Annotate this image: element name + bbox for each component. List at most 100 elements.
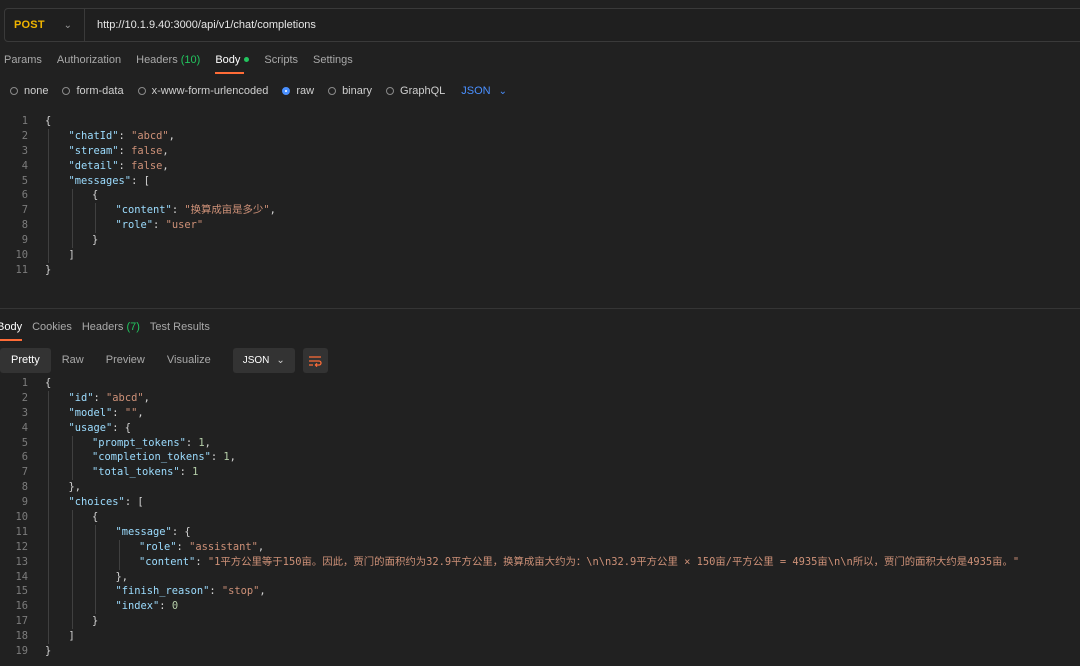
code-text: } bbox=[92, 233, 98, 248]
tab-scripts[interactable]: Scripts bbox=[264, 50, 307, 72]
line-number: 10 bbox=[15, 511, 28, 524]
response-view-bar: Pretty Raw Preview Visualize JSON ⌄ bbox=[0, 348, 328, 373]
json-value: "换算成亩是多少" bbox=[184, 204, 270, 217]
response-format-label: JSON bbox=[242, 355, 270, 366]
json-key: "model" bbox=[68, 406, 113, 419]
request-body-editor[interactable]: 1{2 "chatId": "abcd", 3 "stream": false, 4 "d… bbox=[0, 114, 1080, 284]
radio-circle-icon bbox=[282, 87, 291, 95]
tab-label: Cookies bbox=[32, 321, 72, 333]
json-key: "usage" bbox=[68, 421, 113, 434]
chevron-down-icon: ⌄ bbox=[498, 85, 508, 97]
code-text: "role": "user" bbox=[116, 218, 204, 233]
line-number: 16 bbox=[15, 600, 28, 613]
tab-headers[interactable]: Headers (10) bbox=[136, 50, 209, 72]
radio-graphql[interactable]: GraphQL bbox=[386, 85, 445, 97]
code-line: 11} bbox=[0, 263, 1080, 278]
code-text: }, bbox=[116, 570, 129, 585]
tab-authorization[interactable]: Authorization bbox=[57, 50, 130, 72]
radio-binary[interactable]: binary bbox=[328, 85, 372, 97]
view-pretty[interactable]: Pretty bbox=[0, 348, 51, 373]
json-value: "user" bbox=[165, 219, 204, 232]
code-text: }, bbox=[69, 480, 82, 495]
tab-params[interactable]: Params bbox=[0, 50, 51, 72]
line-number: 13 bbox=[15, 555, 28, 568]
tab-settings[interactable]: Settings bbox=[313, 50, 362, 72]
response-format-select[interactable]: JSON ⌄ bbox=[232, 348, 295, 373]
json-punct: : bbox=[171, 204, 185, 217]
indent-guide bbox=[71, 510, 73, 630]
code-line: 5 "prompt_tokens": 1, bbox=[0, 436, 1080, 451]
json-key: "choices" bbox=[68, 496, 125, 509]
method-select[interactable]: POST ⌄ bbox=[5, 9, 85, 41]
radio-urlencoded[interactable]: x-www-form-urlencoded bbox=[137, 85, 268, 97]
json-key: "total_tokens" bbox=[92, 466, 180, 479]
json-punct: , bbox=[168, 129, 175, 142]
code-line: 17} bbox=[0, 614, 1080, 629]
json-punct: : bbox=[159, 600, 172, 613]
code-line: 15 "finish_reason": "stop", bbox=[0, 584, 1080, 599]
wrap-lines-button[interactable] bbox=[302, 348, 328, 373]
line-number: 7 bbox=[21, 204, 28, 217]
code-text: "model": "", bbox=[69, 406, 144, 421]
code-line: 2 "chatId": "abcd", bbox=[0, 129, 1080, 144]
tab-response-body[interactable]: Body bbox=[0, 318, 23, 341]
json-punct: : bbox=[176, 540, 190, 553]
tab-cookies[interactable]: Cookies bbox=[32, 318, 72, 338]
indent-guide bbox=[71, 188, 73, 249]
line-number: 6 bbox=[21, 451, 28, 464]
view-raw[interactable]: Raw bbox=[51, 348, 95, 373]
json-value: "" bbox=[124, 406, 138, 419]
radio-circle-icon bbox=[386, 87, 395, 95]
radio-none[interactable]: none bbox=[10, 85, 48, 97]
radio-raw[interactable]: raw bbox=[282, 85, 314, 97]
tab-body[interactable]: Body bbox=[215, 50, 258, 74]
line-number: 1 bbox=[21, 377, 28, 389]
radio-form-data[interactable]: form-data bbox=[62, 85, 124, 97]
radio-label: none bbox=[24, 85, 49, 97]
tab-response-headers[interactable]: Headers (7) bbox=[82, 318, 140, 338]
body-format-label: JSON bbox=[461, 85, 491, 97]
response-body-viewer[interactable]: 1{2 "id": "abcd", 3 "model": "", 4 "usage": {… bbox=[0, 376, 1080, 662]
json-punct: , bbox=[137, 406, 144, 419]
pane-divider[interactable] bbox=[0, 308, 1080, 309]
code-line: 2 "id": "abcd", bbox=[0, 391, 1080, 406]
json-punct: , bbox=[162, 144, 169, 157]
line-number: 3 bbox=[21, 144, 28, 157]
code-text: } bbox=[92, 614, 98, 629]
json-punct: { bbox=[92, 511, 99, 524]
code-line: 19} bbox=[0, 644, 1080, 659]
line-number: 9 bbox=[21, 234, 28, 247]
tab-test-results[interactable]: Test Results bbox=[150, 318, 210, 338]
indent-guide bbox=[71, 435, 73, 481]
line-number: 1 bbox=[21, 115, 28, 127]
view-preview[interactable]: Preview bbox=[95, 348, 156, 373]
view-visualize[interactable]: Visualize bbox=[156, 348, 222, 373]
line-number: 19 bbox=[15, 645, 28, 658]
response-headers-count: (7) bbox=[126, 321, 140, 333]
url-input[interactable]: http://10.1.9.40:3000/api/v1/chat/comple… bbox=[85, 19, 316, 31]
json-key: "message" bbox=[115, 525, 172, 538]
code-line: 10] bbox=[0, 248, 1080, 263]
code-text: ] bbox=[69, 248, 75, 263]
code-line: 1{ bbox=[0, 114, 1080, 129]
body-format-select[interactable]: JSON ⌄ bbox=[461, 85, 507, 97]
code-text: "choices": [ bbox=[69, 495, 144, 510]
code-line: 14}, bbox=[0, 570, 1080, 585]
code-text: "content": "换算成亩是多少", bbox=[116, 203, 276, 218]
response-tabs: Body Cookies Headers (7) Test Results bbox=[0, 318, 220, 341]
line-number: 17 bbox=[15, 615, 28, 628]
code-line: 3 "stream": false, bbox=[0, 144, 1080, 159]
code-line: 6{ bbox=[0, 188, 1080, 203]
url-bar: POST ⌄ http://10.1.9.40:3000/api/v1/chat… bbox=[4, 8, 1080, 42]
code-line: 9} bbox=[0, 233, 1080, 248]
code-line: 12 "role": "assistant", bbox=[0, 540, 1080, 555]
json-punct: , bbox=[162, 159, 169, 172]
indent-guide bbox=[95, 203, 96, 234]
modified-dot-icon bbox=[244, 56, 250, 62]
radio-circle-icon bbox=[10, 87, 18, 95]
radio-circle-icon bbox=[328, 87, 337, 95]
code-line: 4 "usage": { bbox=[0, 421, 1080, 436]
json-key: "content" bbox=[139, 555, 196, 568]
json-punct: : bbox=[185, 436, 199, 449]
json-punct: : bbox=[118, 159, 132, 172]
